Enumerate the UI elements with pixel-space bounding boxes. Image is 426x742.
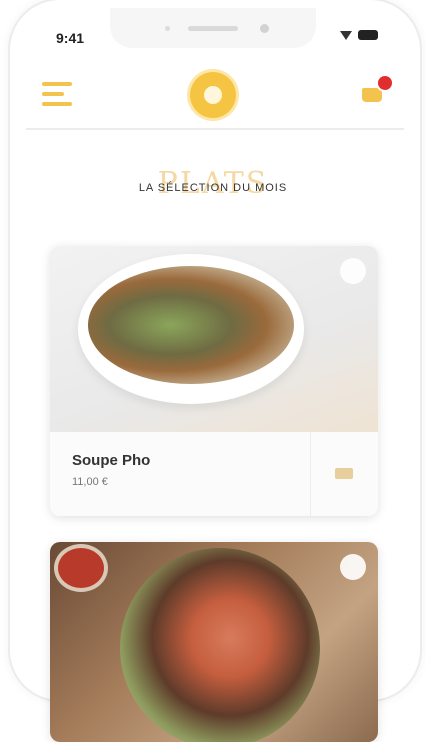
heart-icon[interactable] bbox=[340, 258, 366, 284]
system-icons bbox=[340, 30, 378, 40]
dish-price: 11,00 € bbox=[72, 476, 108, 488]
status-bar: 9:41 bbox=[0, 0, 426, 70]
dish-image bbox=[50, 246, 378, 432]
section-subtitle: LA SÉLECTION DU MOIS bbox=[138, 182, 288, 194]
bowl-shape bbox=[120, 548, 320, 742]
sauce-bowl bbox=[58, 548, 104, 588]
dish-image bbox=[50, 542, 378, 742]
sensor-dot bbox=[165, 26, 170, 31]
card-divider bbox=[310, 432, 311, 516]
dish-card[interactable]: Soupe Pho 11,00 € bbox=[50, 246, 378, 516]
battery-icon bbox=[358, 30, 378, 40]
dish-info bbox=[50, 432, 378, 516]
cart-badge bbox=[378, 76, 392, 90]
speaker-grille bbox=[188, 26, 238, 31]
hamburger-menu-icon[interactable] bbox=[42, 82, 72, 106]
status-time: 9:41 bbox=[56, 30, 85, 46]
restaurant-logo-icon[interactable] bbox=[190, 72, 236, 118]
header-divider bbox=[26, 128, 404, 130]
soup-shape bbox=[88, 266, 294, 384]
phone-notch bbox=[110, 8, 316, 48]
cart-add-icon[interactable] bbox=[332, 462, 358, 484]
dish-name: Soupe Pho bbox=[72, 452, 151, 469]
dish-card[interactable] bbox=[50, 542, 378, 742]
heart-icon[interactable] bbox=[340, 554, 366, 580]
app-header bbox=[20, 70, 406, 126]
front-camera bbox=[260, 24, 269, 33]
wifi-icon bbox=[340, 30, 352, 40]
